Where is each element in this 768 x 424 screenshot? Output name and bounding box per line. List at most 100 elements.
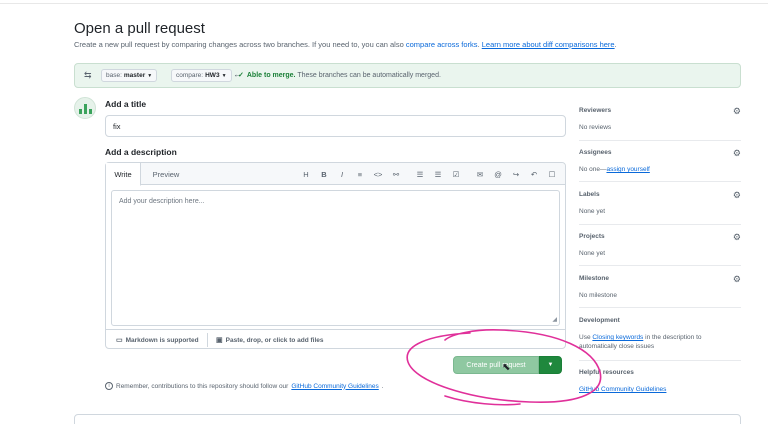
sidebar-divider [579, 307, 741, 308]
merge-status-detail: These branches can be automatically merg… [297, 72, 441, 79]
gear-icon[interactable]: ⚙ [733, 274, 741, 285]
task-list-icon[interactable]: ☑ [447, 168, 465, 180]
undo-icon[interactable]: ↶ [525, 168, 543, 180]
compare-prefix: compare: [176, 72, 204, 79]
assignees-value: No one—assign yourself [579, 165, 741, 174]
closing-keywords-link[interactable]: Closing keywords [592, 334, 643, 341]
description-editor: Write Preview H B I ≡ <> ⚯ ☰ ☰ ☑ ✉ @ ↪ ↶… [105, 162, 566, 349]
reviewers-value: No reviews [579, 124, 612, 131]
avatar-identicon-icon [79, 104, 92, 114]
attach-icon[interactable]: ✉ [471, 168, 489, 180]
development-label: Development [579, 317, 620, 324]
milestone-label: Milestone [579, 275, 609, 282]
gear-icon[interactable]: ⚙ [733, 190, 741, 201]
markdown-hint[interactable]: ▭ Markdown is supported [116, 336, 199, 345]
create-options-dropdown[interactable]: ▼ [539, 356, 562, 374]
compare-value: HW3 [205, 72, 220, 79]
top-border [0, 0, 768, 4]
merge-status: ✓ Able to merge. These branches can be au… [238, 71, 441, 79]
sidebar-divider [579, 140, 741, 141]
italic-icon[interactable]: I [333, 168, 351, 180]
numbered-list-icon[interactable]: ☰ [411, 168, 429, 180]
remember-end: . [381, 382, 384, 390]
merge-status-label: Able to merge. [246, 72, 296, 79]
sidebar-divider [579, 224, 741, 225]
unordered-list-icon[interactable]: ☰ [429, 168, 447, 180]
sidebar-helpful-resources: Helpful resources GitHub Community Guide… [579, 369, 741, 394]
chevron-down-icon: ▼ [147, 72, 153, 79]
reviewers-label: Reviewers [579, 107, 612, 114]
gear-icon[interactable]: ⚙ [733, 106, 741, 117]
tab-write[interactable]: Write [106, 163, 141, 186]
guidelines-note: i Remember, contributions to this reposi… [105, 382, 384, 390]
development-prefix: Use [579, 334, 593, 341]
resize-handle-icon[interactable]: ◢ [552, 316, 557, 323]
link-icon[interactable]: ⚯ [387, 168, 405, 180]
description-textarea[interactable]: Add your description here... ◢ [111, 190, 560, 326]
projects-label: Projects [579, 233, 605, 240]
description-label: Add a description [105, 147, 177, 157]
labels-label: Labels [579, 191, 600, 198]
title-label: Add a title [105, 99, 147, 109]
helpful-resources-value: GitHub Community Guidelines [579, 385, 741, 394]
gear-icon[interactable]: ⚙ [733, 232, 741, 243]
avatar [74, 97, 96, 119]
image-icon: ▣ [216, 337, 223, 344]
title-input[interactable]: fix [105, 115, 566, 137]
check-icon: ✓ [238, 72, 244, 79]
sidebar-milestone[interactable]: Milestone ⚙ No milestone [579, 274, 741, 300]
development-value: Use Closing keywords in the description … [579, 333, 741, 351]
subtitle-text: Create a new pull request by comparing c… [74, 40, 406, 49]
base-branch-select[interactable]: base: master ▼ [101, 69, 158, 82]
cross-reference-icon[interactable]: ↪ [507, 168, 525, 180]
heading-icon[interactable]: H [297, 168, 315, 180]
page-subtitle: Create a new pull request by comparing c… [74, 40, 617, 49]
page-title: Open a pull request [74, 20, 205, 37]
guidelines-link[interactable]: GitHub Community Guidelines [291, 383, 378, 390]
learn-more-link[interactable]: Learn more about diff comparisons here [482, 40, 615, 49]
compare-branch-select[interactable]: compare: HW3 ▼ [171, 69, 232, 82]
base-value: master [123, 72, 146, 79]
compare-bar: ⇆ base: master ▼ ← compare: HW3 ▼ ✓ Able … [74, 63, 741, 88]
mention-icon[interactable]: @ [489, 168, 507, 180]
sidebar-labels[interactable]: Labels ⚙ None yet [579, 190, 741, 216]
title-value: fix [113, 121, 121, 131]
compare-arrows-icon: ⇆ [84, 70, 92, 80]
compare-forks-link[interactable]: compare across forks [406, 40, 478, 49]
remember-text: Remember, contributions to this reposito… [116, 382, 289, 390]
saved-replies-icon[interactable]: ☐ [543, 168, 561, 180]
tab-preview[interactable]: Preview [144, 163, 188, 185]
code-icon[interactable]: <> [369, 168, 387, 180]
description-placeholder: Add your description here... [119, 198, 205, 205]
editor-footer: ▭ Markdown is supported ▣ Paste, drop, o… [106, 329, 565, 349]
community-guidelines-link[interactable]: GitHub Community Guidelines [579, 386, 666, 393]
assign-yourself-link[interactable]: assign yourself [606, 166, 649, 173]
sidebar-assignees[interactable]: Assignees ⚙ No one—assign yourself [579, 148, 741, 174]
attach-label: Paste, drop, or click to add files [225, 336, 324, 344]
labels-value: None yet [579, 208, 606, 215]
info-icon: i [105, 382, 113, 390]
sidebar-divider [579, 181, 741, 182]
create-pull-request-button[interactable]: Create pull request [453, 356, 539, 374]
editor-header: Write Preview H B I ≡ <> ⚯ ☰ ☰ ☑ ✉ @ ↪ ↶… [106, 163, 565, 186]
triangle-down-icon: ▼ [547, 362, 554, 368]
bold-icon[interactable]: B [315, 168, 333, 180]
quote-icon[interactable]: ≡ [351, 168, 369, 180]
sidebar-development: Development Use Closing keywords in the … [579, 317, 741, 351]
mouse-cursor-icon: ⬉ [502, 362, 511, 373]
assignees-label: Assignees [579, 149, 612, 156]
footer-divider [207, 333, 208, 347]
helpful-resources-label: Helpful resources [579, 369, 634, 376]
gear-icon[interactable]: ⚙ [733, 148, 741, 159]
assignees-prefix: No one— [579, 166, 607, 173]
markdown-label: Markdown is supported [125, 336, 199, 344]
markdown-icon: ▭ [116, 337, 123, 344]
sidebar-divider [579, 265, 741, 266]
attach-files[interactable]: ▣ Paste, drop, or click to add files [216, 336, 324, 345]
chevron-down-icon: ▼ [221, 72, 227, 79]
milestone-value: No milestone [579, 292, 617, 299]
sidebar-reviewers[interactable]: Reviewers ⚙ No reviews [579, 106, 741, 132]
subtitle-end: . [614, 40, 617, 49]
sidebar-projects[interactable]: Projects ⚙ None yet [579, 232, 741, 258]
projects-value: None yet [579, 250, 606, 257]
